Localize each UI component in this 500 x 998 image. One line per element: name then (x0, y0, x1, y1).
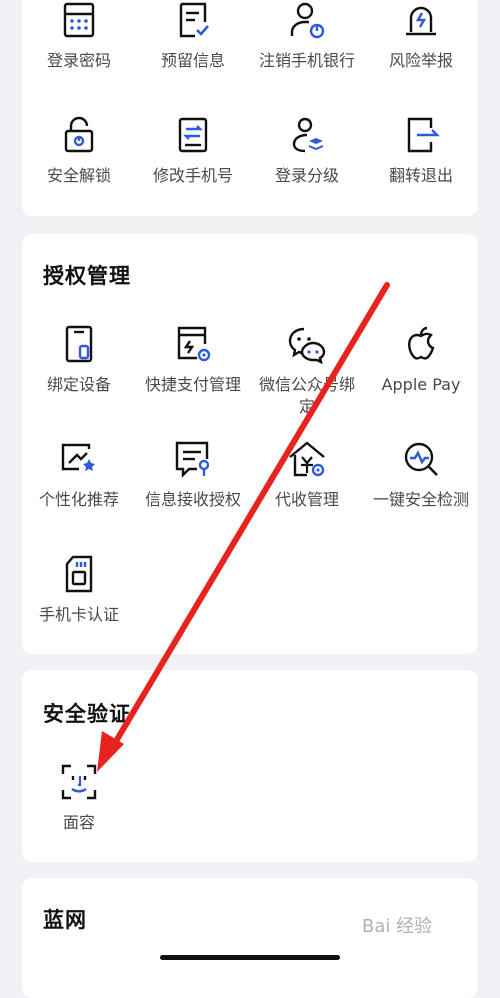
change-phone-item[interactable]: 修改手机号 (136, 115, 250, 211)
flip-exit-label: 翻转退出 (388, 166, 453, 185)
recommend-label: 个性化推荐 (38, 490, 119, 509)
sim-auth-item[interactable]: 手机卡认证 (22, 554, 136, 650)
face-id-icon (59, 762, 99, 802)
user-layers-icon (287, 115, 327, 155)
recommend-icon (59, 439, 99, 479)
note-check-icon (173, 0, 213, 40)
alarm-icon (401, 0, 441, 40)
security-verify-title: 安全验证 (43, 702, 131, 726)
bind-device-item[interactable]: 绑定设备 (22, 324, 136, 420)
auth-management-title: 授权管理 (43, 264, 131, 288)
security-settings-card: 登录密码 预留信息 注销手机银行 风险举报 安全解锁 修改手机号 登录分级 翻转… (22, 0, 478, 216)
apple-icon (401, 324, 441, 364)
user-power-icon (287, 0, 327, 40)
exit-icon (401, 115, 441, 155)
wechat-bind-label: 微信公众号绑定 (258, 375, 355, 416)
keypad-icon (59, 0, 99, 40)
login-password-label: 登录密码 (46, 51, 111, 70)
security-verify-card: 安全验证 面容 (22, 670, 478, 862)
flip-exit-item[interactable]: 翻转退出 (364, 115, 478, 211)
sim-card-icon (59, 554, 99, 594)
device-bind-icon (59, 324, 99, 364)
reserved-info-label: 预留信息 (160, 51, 225, 70)
blue-net-title: 蓝网 (43, 908, 87, 932)
recommend-item[interactable]: 个性化推荐 (22, 439, 136, 535)
apple-pay-item[interactable]: Apple Pay (364, 324, 478, 420)
change-phone-label: 修改手机号 (152, 166, 233, 185)
cancel-mobile-banking-item[interactable]: 注销手机银行 (250, 0, 364, 96)
collect-manage-item[interactable]: 代收管理 (250, 439, 364, 535)
quick-pay-item[interactable]: 快捷支付管理 (136, 324, 250, 420)
security-scan-label: 一键安全检测 (372, 490, 469, 509)
home-indicator[interactable] (160, 955, 340, 960)
sim-auth-label: 手机卡认证 (38, 605, 119, 624)
collect-manage-label: 代收管理 (274, 490, 339, 509)
security-unlock-item[interactable]: 安全解锁 (22, 115, 136, 211)
collect-home-icon (287, 439, 327, 479)
phone-swap-icon (173, 115, 213, 155)
reserved-info-item[interactable]: 预留信息 (136, 0, 250, 96)
risk-report-label: 风险举报 (388, 51, 453, 70)
blue-net-card: 蓝网 (22, 878, 478, 998)
risk-report-item[interactable]: 风险举报 (364, 0, 478, 96)
login-password-item[interactable]: 登录密码 (22, 0, 136, 96)
message-auth-label: 信息接收授权 (144, 490, 241, 509)
login-level-label: 登录分级 (274, 166, 339, 185)
cancel-mobile-banking-label: 注销手机银行 (258, 51, 355, 70)
face-id-item[interactable]: 面容 (22, 762, 136, 858)
apple-pay-label: Apple Pay (381, 375, 461, 394)
wechat-bind-item[interactable]: 微信公众号绑定 (250, 324, 364, 420)
quick-pay-label: 快捷支付管理 (144, 375, 241, 394)
security-scan-item[interactable]: 一键安全检测 (364, 439, 478, 535)
quick-pay-icon (173, 324, 213, 364)
auth-management-card: 授权管理 绑定设备 快捷支付管理 微信公众号绑定 Apple Pay 个性化推荐 (22, 234, 478, 654)
security-unlock-label: 安全解锁 (46, 166, 111, 185)
unlock-icon (59, 115, 99, 155)
login-level-item[interactable]: 登录分级 (250, 115, 364, 211)
message-auth-item[interactable]: 信息接收授权 (136, 439, 250, 535)
watermark: Bai 经验 (362, 916, 433, 937)
message-auth-icon (173, 439, 213, 479)
face-id-label: 面容 (62, 813, 95, 832)
security-scan-icon (401, 439, 441, 479)
bind-device-label: 绑定设备 (46, 375, 111, 394)
wechat-icon (287, 324, 327, 364)
